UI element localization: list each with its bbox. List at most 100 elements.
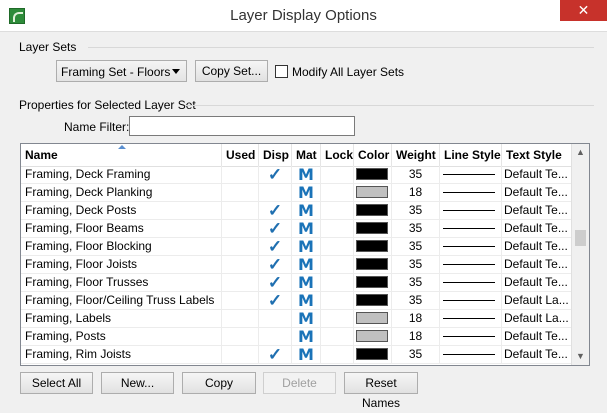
vertical-scrollbar[interactable]: ▲ ▼ xyxy=(571,144,589,365)
scroll-thumb[interactable] xyxy=(575,230,586,246)
line-style-cell[interactable] xyxy=(440,274,502,291)
color-cell[interactable] xyxy=(354,238,392,255)
table-row[interactable]: Framing, Posts M 18 Default Te... xyxy=(21,328,572,346)
col-header-mat[interactable]: Mat xyxy=(292,144,321,166)
table-row[interactable]: Framing, Floor Beams ✓ M 35 Default Te... xyxy=(21,220,572,238)
text-style-cell[interactable]: Default Te... xyxy=(502,346,572,363)
display-toggle-cell[interactable]: ✓ xyxy=(259,166,292,183)
line-style-cell[interactable] xyxy=(440,184,502,201)
text-style-cell[interactable]: Default Te... xyxy=(502,328,572,345)
material-cell[interactable]: M xyxy=(292,274,321,291)
material-cell[interactable]: M xyxy=(292,166,321,183)
display-toggle-cell[interactable] xyxy=(259,328,292,345)
table-row[interactable]: Framing, Deck Planking M 18 Default Te... xyxy=(21,184,572,202)
lock-cell[interactable] xyxy=(321,274,354,291)
table-row[interactable]: Framing, Deck Framing ✓ M 35 Default Te... xyxy=(21,166,572,184)
table-row[interactable]: Framing, Floor Joists ✓ M 35 Default Te... xyxy=(21,256,572,274)
material-cell[interactable]: M xyxy=(292,184,321,201)
weight-cell[interactable]: 35 xyxy=(392,346,440,363)
lock-cell[interactable] xyxy=(321,310,354,327)
material-cell[interactable]: M xyxy=(292,220,321,237)
lock-cell[interactable] xyxy=(321,220,354,237)
material-cell[interactable]: M xyxy=(292,202,321,219)
weight-cell[interactable]: 35 xyxy=(392,166,440,183)
text-style-cell[interactable]: Default Te... xyxy=(502,202,572,219)
display-toggle-cell[interactable] xyxy=(259,184,292,201)
used-cell[interactable] xyxy=(222,202,259,219)
weight-cell[interactable]: 35 xyxy=(392,220,440,237)
line-style-cell[interactable] xyxy=(440,238,502,255)
used-cell[interactable] xyxy=(222,166,259,183)
material-cell[interactable]: M xyxy=(292,292,321,309)
weight-cell[interactable]: 35 xyxy=(392,256,440,273)
material-cell[interactable]: M xyxy=(292,328,321,345)
line-style-cell[interactable] xyxy=(440,220,502,237)
color-cell[interactable] xyxy=(354,184,392,201)
used-cell[interactable] xyxy=(222,238,259,255)
text-style-cell[interactable]: Default La... xyxy=(502,292,572,309)
weight-cell[interactable]: 35 xyxy=(392,238,440,255)
text-style-cell[interactable]: Default Te... xyxy=(502,238,572,255)
color-cell[interactable] xyxy=(354,346,392,363)
color-cell[interactable] xyxy=(354,292,392,309)
col-header-used[interactable]: Used xyxy=(222,144,259,166)
modify-all-checkbox[interactable] xyxy=(275,65,288,78)
color-cell[interactable] xyxy=(354,274,392,291)
line-style-cell[interactable] xyxy=(440,346,502,363)
line-style-cell[interactable] xyxy=(440,310,502,327)
col-header-line-style[interactable]: Line Style xyxy=(440,144,502,166)
lock-cell[interactable] xyxy=(321,328,354,345)
display-toggle-cell[interactable]: ✓ xyxy=(259,256,292,273)
color-cell[interactable] xyxy=(354,256,392,273)
text-style-cell[interactable]: Default Te... xyxy=(502,274,572,291)
used-cell[interactable] xyxy=(222,256,259,273)
reset-names-button[interactable]: Reset Names xyxy=(344,372,418,410)
new-button[interactable]: New... xyxy=(101,372,174,394)
delete-button[interactable]: Delete xyxy=(263,372,336,394)
color-cell[interactable] xyxy=(354,310,392,327)
display-toggle-cell[interactable]: ✓ xyxy=(259,292,292,309)
display-toggle-cell[interactable]: ✓ xyxy=(259,202,292,219)
color-cell[interactable] xyxy=(354,220,392,237)
weight-cell[interactable]: 35 xyxy=(392,274,440,291)
line-style-cell[interactable] xyxy=(440,292,502,309)
display-toggle-cell[interactable]: ✓ xyxy=(259,238,292,255)
lock-cell[interactable] xyxy=(321,292,354,309)
col-header-weight[interactable]: Weight xyxy=(392,144,440,166)
lock-cell[interactable] xyxy=(321,202,354,219)
line-style-cell[interactable] xyxy=(440,328,502,345)
used-cell[interactable] xyxy=(222,220,259,237)
lock-cell[interactable] xyxy=(321,184,354,201)
color-cell[interactable] xyxy=(354,328,392,345)
close-button[interactable]: ✕ xyxy=(560,0,607,21)
table-row[interactable]: Framing, Floor/Ceiling Truss Labels ✓ M 35 D… xyxy=(21,292,572,310)
table-row[interactable]: Framing, Floor Trusses ✓ M 35 Default Te... xyxy=(21,274,572,292)
display-toggle-cell[interactable]: ✓ xyxy=(259,274,292,291)
text-style-cell[interactable]: Default Te... xyxy=(502,256,572,273)
table-row[interactable]: Framing, Rim Joists ✓ M 35 Default Te... xyxy=(21,346,572,364)
weight-cell[interactable]: 18 xyxy=(392,328,440,345)
used-cell[interactable] xyxy=(222,274,259,291)
color-cell[interactable] xyxy=(354,166,392,183)
display-toggle-cell[interactable] xyxy=(259,310,292,327)
table-row[interactable]: Framing, Deck Posts ✓ M 35 Default Te... xyxy=(21,202,572,220)
select-all-button[interactable]: Select All xyxy=(20,372,93,394)
used-cell[interactable] xyxy=(222,328,259,345)
table-row[interactable]: Framing, Labels M 18 Default La... xyxy=(21,310,572,328)
material-cell[interactable]: M xyxy=(292,346,321,363)
table-row[interactable]: Framing, Floor Blocking ✓ M 35 Default Te... xyxy=(21,238,572,256)
used-cell[interactable] xyxy=(222,292,259,309)
col-header-lock[interactable]: Lock xyxy=(321,144,354,166)
display-toggle-cell[interactable]: ✓ xyxy=(259,220,292,237)
col-header-text-style[interactable]: Text Style xyxy=(502,144,572,166)
lock-cell[interactable] xyxy=(321,166,354,183)
copy-button[interactable]: Copy xyxy=(182,372,256,394)
lock-cell[interactable] xyxy=(321,238,354,255)
weight-cell[interactable]: 18 xyxy=(392,184,440,201)
text-style-cell[interactable]: Default Te... xyxy=(502,220,572,237)
used-cell[interactable] xyxy=(222,346,259,363)
scroll-down-icon[interactable]: ▼ xyxy=(572,348,589,365)
text-style-cell[interactable]: Default Te... xyxy=(502,166,572,183)
line-style-cell[interactable] xyxy=(440,202,502,219)
scroll-up-icon[interactable]: ▲ xyxy=(572,144,589,161)
